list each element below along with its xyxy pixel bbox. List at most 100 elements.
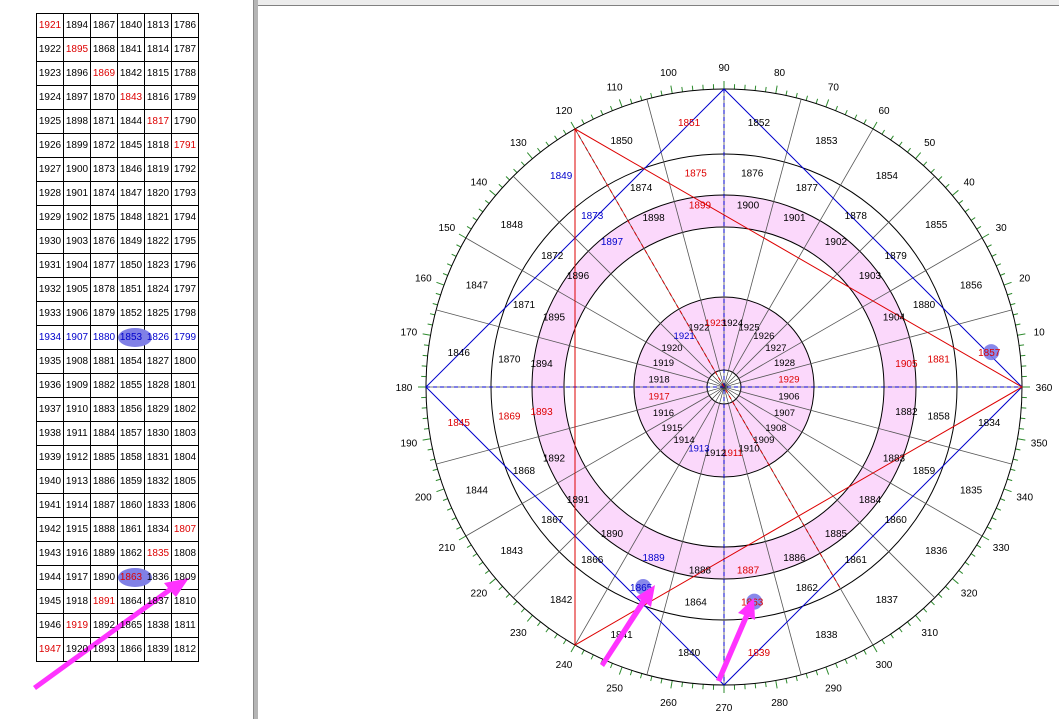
table-cell[interactable]: 1903 — [63, 229, 91, 254]
table-cell[interactable]: 1859 — [117, 469, 145, 494]
table-cell[interactable]: 1800 — [171, 349, 199, 374]
table-cell[interactable]: 1935 — [36, 349, 64, 374]
table-cell[interactable]: 1819 — [144, 157, 172, 182]
table-cell[interactable]: 1865 — [117, 613, 145, 638]
table-cell[interactable]: 1862 — [117, 541, 145, 566]
table-cell[interactable]: 1803 — [171, 421, 199, 446]
table-cell[interactable]: 1882 — [90, 373, 118, 398]
table-cell[interactable]: 1811 — [171, 613, 199, 638]
table-cell[interactable]: 1860 — [117, 493, 145, 518]
table-cell[interactable]: 1799 — [171, 325, 199, 350]
table-cell[interactable]: 1922 — [36, 37, 64, 62]
table-cell[interactable]: 1938 — [36, 421, 64, 446]
table-cell[interactable]: 1913 — [63, 469, 91, 494]
table-cell[interactable]: 1798 — [171, 301, 199, 326]
table-cell[interactable]: 1926 — [36, 133, 64, 158]
table-cell[interactable]: 1927 — [36, 157, 64, 182]
table-cell[interactable]: 1848 — [117, 205, 145, 230]
table-cell[interactable]: 1866 — [117, 637, 145, 662]
table-cell[interactable]: 1802 — [171, 397, 199, 422]
table-cell[interactable]: 1930 — [36, 229, 64, 254]
table-cell[interactable]: 1869 — [90, 61, 118, 86]
table-cell[interactable]: 1887 — [90, 493, 118, 518]
table-cell[interactable]: 1828 — [144, 373, 172, 398]
table-cell[interactable]: 1914 — [63, 493, 91, 518]
table-cell[interactable]: 1831 — [144, 445, 172, 470]
table-cell[interactable]: 1788 — [171, 61, 199, 86]
table-cell[interactable]: 1834 — [144, 517, 172, 542]
table-cell[interactable]: 1875 — [90, 205, 118, 230]
table-cell[interactable]: 1944 — [36, 565, 64, 590]
table-cell[interactable]: 1843 — [117, 85, 145, 110]
table-cell[interactable]: 1879 — [90, 301, 118, 326]
table-cell[interactable]: 1888 — [90, 517, 118, 542]
table-cell[interactable]: 1924 — [36, 85, 64, 110]
table-cell[interactable]: 1820 — [144, 181, 172, 206]
table-cell[interactable]: 1810 — [171, 589, 199, 614]
table-cell[interactable]: 1894 — [63, 13, 91, 38]
table-cell[interactable]: 1794 — [171, 205, 199, 230]
table-cell[interactable]: 1946 — [36, 613, 64, 638]
table-cell[interactable]: 1933 — [36, 301, 64, 326]
table-cell[interactable]: 1806 — [171, 493, 199, 518]
table-cell[interactable]: 1815 — [144, 61, 172, 86]
table-cell[interactable]: 1940 — [36, 469, 64, 494]
table-cell[interactable]: 1836 — [144, 565, 172, 590]
table-cell[interactable]: 1786 — [171, 13, 199, 38]
table-cell[interactable]: 1822 — [144, 229, 172, 254]
table-cell[interactable]: 1896 — [63, 61, 91, 86]
table-cell[interactable]: 1807 — [171, 517, 199, 542]
table-cell[interactable]: 1876 — [90, 229, 118, 254]
table-cell[interactable]: 1796 — [171, 253, 199, 278]
table-cell[interactable]: 1898 — [63, 109, 91, 134]
table-cell[interactable]: 1793 — [171, 181, 199, 206]
table-cell[interactable]: 1830 — [144, 421, 172, 446]
table-cell[interactable]: 1907 — [63, 325, 91, 350]
table-cell[interactable]: 1881 — [90, 349, 118, 374]
table-cell[interactable]: 1895 — [63, 37, 91, 62]
table-cell[interactable]: 1904 — [63, 253, 91, 278]
table-cell[interactable]: 1814 — [144, 37, 172, 62]
table-cell[interactable]: 1826 — [144, 325, 172, 350]
table-cell[interactable]: 1908 — [63, 349, 91, 374]
table-cell[interactable]: 1792 — [171, 157, 199, 182]
table-cell[interactable]: 1851 — [117, 277, 145, 302]
table-cell[interactable]: 1818 — [144, 133, 172, 158]
table-cell[interactable]: 1835 — [144, 541, 172, 566]
table-cell[interactable]: 1911 — [63, 421, 91, 446]
table-cell[interactable]: 1889 — [90, 541, 118, 566]
table-cell[interactable]: 1790 — [171, 109, 199, 134]
table-cell[interactable]: 1897 — [63, 85, 91, 110]
table-cell[interactable]: 1838 — [144, 613, 172, 638]
table-cell[interactable]: 1861 — [117, 517, 145, 542]
table-cell[interactable]: 1849 — [117, 229, 145, 254]
table-cell[interactable]: 1863 — [117, 565, 152, 590]
table-cell[interactable]: 1787 — [171, 37, 199, 62]
table-cell[interactable]: 1852 — [117, 301, 145, 326]
table-cell[interactable]: 1839 — [144, 637, 172, 662]
table-cell[interactable]: 1923 — [36, 61, 64, 86]
table-cell[interactable]: 1841 — [117, 37, 145, 62]
table-cell[interactable]: 1884 — [90, 421, 118, 446]
table-cell[interactable]: 1910 — [63, 397, 91, 422]
table-cell[interactable]: 1883 — [90, 397, 118, 422]
table-cell[interactable]: 1901 — [63, 181, 91, 206]
table-cell[interactable]: 1920 — [63, 637, 91, 662]
table-cell[interactable]: 1840 — [117, 13, 145, 38]
table-cell[interactable]: 1823 — [144, 253, 172, 278]
table-cell[interactable]: 1829 — [144, 397, 172, 422]
table-cell[interactable]: 1892 — [90, 613, 118, 638]
table-cell[interactable]: 1921 — [36, 13, 64, 38]
table-cell[interactable]: 1928 — [36, 181, 64, 206]
table-cell[interactable]: 1936 — [36, 373, 64, 398]
table-cell[interactable]: 1868 — [90, 37, 118, 62]
table-cell[interactable]: 1816 — [144, 85, 172, 110]
table-cell[interactable]: 1857 — [117, 421, 145, 446]
table-cell[interactable]: 1893 — [90, 637, 118, 662]
table-cell[interactable]: 1902 — [63, 205, 91, 230]
table-cell[interactable]: 1906 — [63, 301, 91, 326]
table-cell[interactable]: 1795 — [171, 229, 199, 254]
table-cell[interactable]: 1853 — [117, 325, 152, 350]
table-cell[interactable]: 1845 — [117, 133, 145, 158]
table-cell[interactable]: 1812 — [171, 637, 199, 662]
